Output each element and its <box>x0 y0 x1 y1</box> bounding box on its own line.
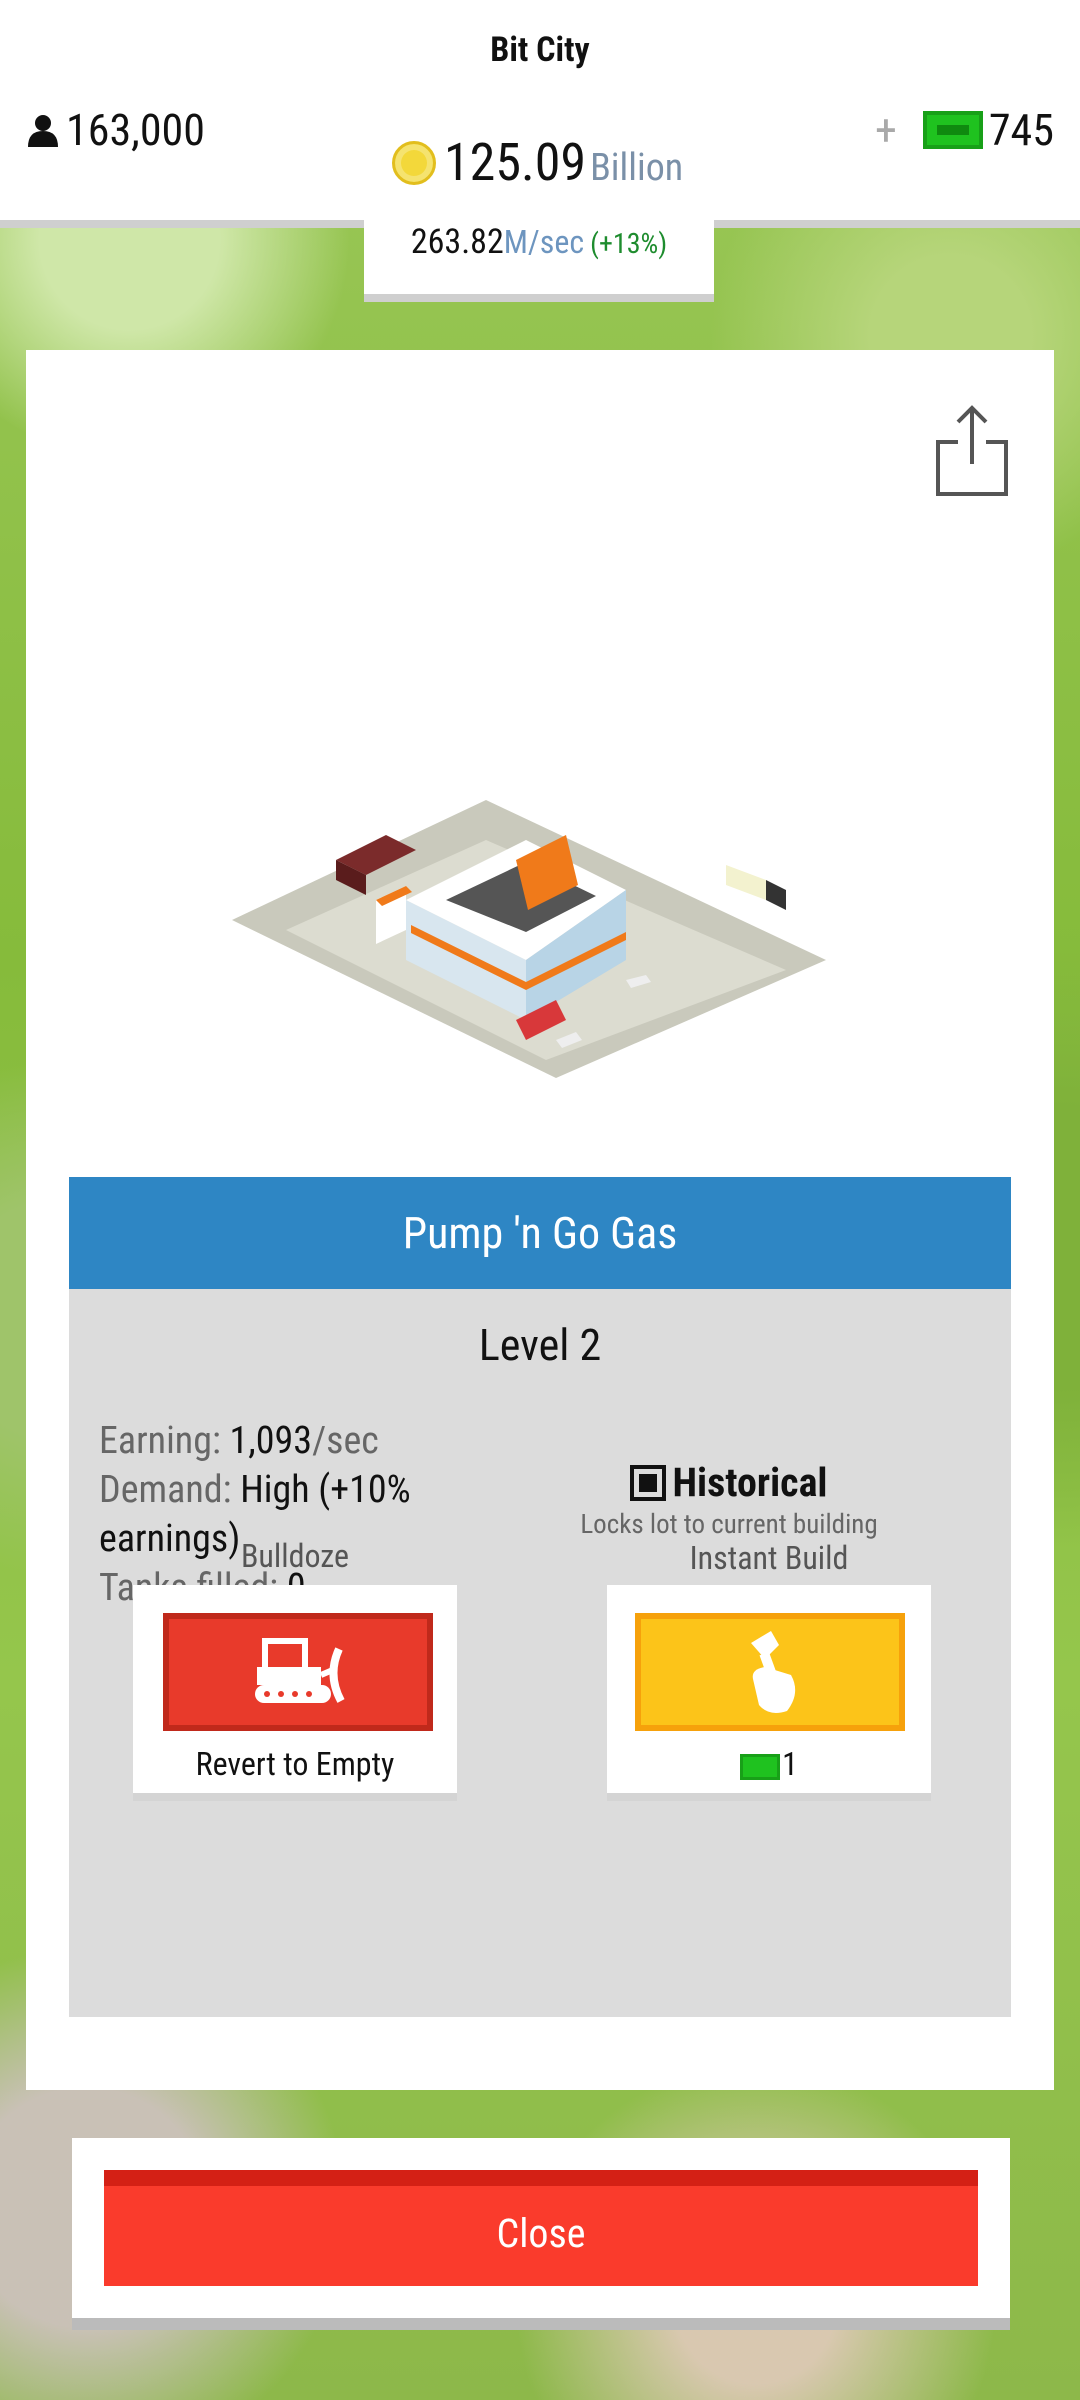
bux-icon <box>740 1753 781 1780</box>
population: 163,000 <box>26 104 205 156</box>
building-info: Level 2 Earning: 1,093/sec Demand: High … <box>69 1289 1011 2017</box>
city-title: Bit City <box>490 30 590 70</box>
instant-build-cost-value: 1 <box>782 1745 798 1783</box>
rate-unit: M/sec <box>503 223 585 261</box>
historical-row: Historical <box>569 1459 889 1506</box>
building-name: Pump 'n Go Gas <box>69 1177 1011 1289</box>
close-bar: Close <box>72 2138 1010 2330</box>
instant-build-card[interactable]: 1 <box>607 1585 931 1801</box>
earning-value: 1,093 <box>229 1419 313 1463</box>
person-icon <box>28 115 58 147</box>
demand-label: Demand: <box>99 1468 232 1512</box>
historical-checkbox[interactable] <box>630 1464 667 1501</box>
population-value: 163,000 <box>66 104 205 156</box>
add-bux-button[interactable]: + <box>875 104 897 156</box>
bulldoze-card[interactable]: Revert to Empty <box>133 1585 457 1801</box>
money-amount: 125.09 <box>444 132 587 193</box>
building-level: Level 2 <box>478 1319 602 1371</box>
bulldoze-caption: Revert to Empty <box>195 1745 395 1783</box>
earning-row: Earning: 1,093/sec <box>99 1417 479 1466</box>
gas-station-building-image <box>232 800 826 1078</box>
close-button[interactable]: Close <box>104 2170 978 2286</box>
bulldoze-button[interactable] <box>163 1613 433 1731</box>
income-rate: 263.82M/sec (+13%) <box>364 218 714 302</box>
money-unit: Billion <box>590 146 684 190</box>
bulldozer-icon <box>255 1638 345 1703</box>
earning-unit: /sec <box>312 1419 379 1463</box>
building-stats: Earning: 1,093/sec Demand: High (+10% ea… <box>99 1417 479 1613</box>
rate-bonus: (+13%) <box>590 227 668 260</box>
historical-label: Historical <box>672 1459 828 1506</box>
earning-label: Earning: <box>99 1419 221 1463</box>
bux-value: 745 <box>988 104 1054 156</box>
instant-build-button[interactable] <box>635 1613 905 1731</box>
money-display: 125.09 Billion <box>392 132 683 193</box>
bulldoze-label: Bulldoze <box>240 1537 350 1575</box>
top-bar: Bit City 163,000 125.09 Billion + 745 <box>0 0 1080 228</box>
coin-icon <box>392 140 436 185</box>
rate-value: 263.82 <box>410 222 504 262</box>
historical-description: Locks lot to current building <box>580 1508 878 1540</box>
bux-icon <box>922 111 983 149</box>
historical-toggle[interactable]: Historical Locks lot to current building <box>569 1459 889 1540</box>
hammer-hand-icon <box>751 1631 796 1713</box>
building-panel: Pump 'n Go Gas Level 2 Earning: 1,093/se… <box>26 350 1054 2090</box>
bux-display[interactable]: + 745 <box>875 104 1054 156</box>
instant-build-label: Instant Build <box>689 1539 849 1577</box>
instant-build-cost: 1 <box>607 1745 931 1783</box>
share-icon[interactable] <box>934 402 1010 498</box>
